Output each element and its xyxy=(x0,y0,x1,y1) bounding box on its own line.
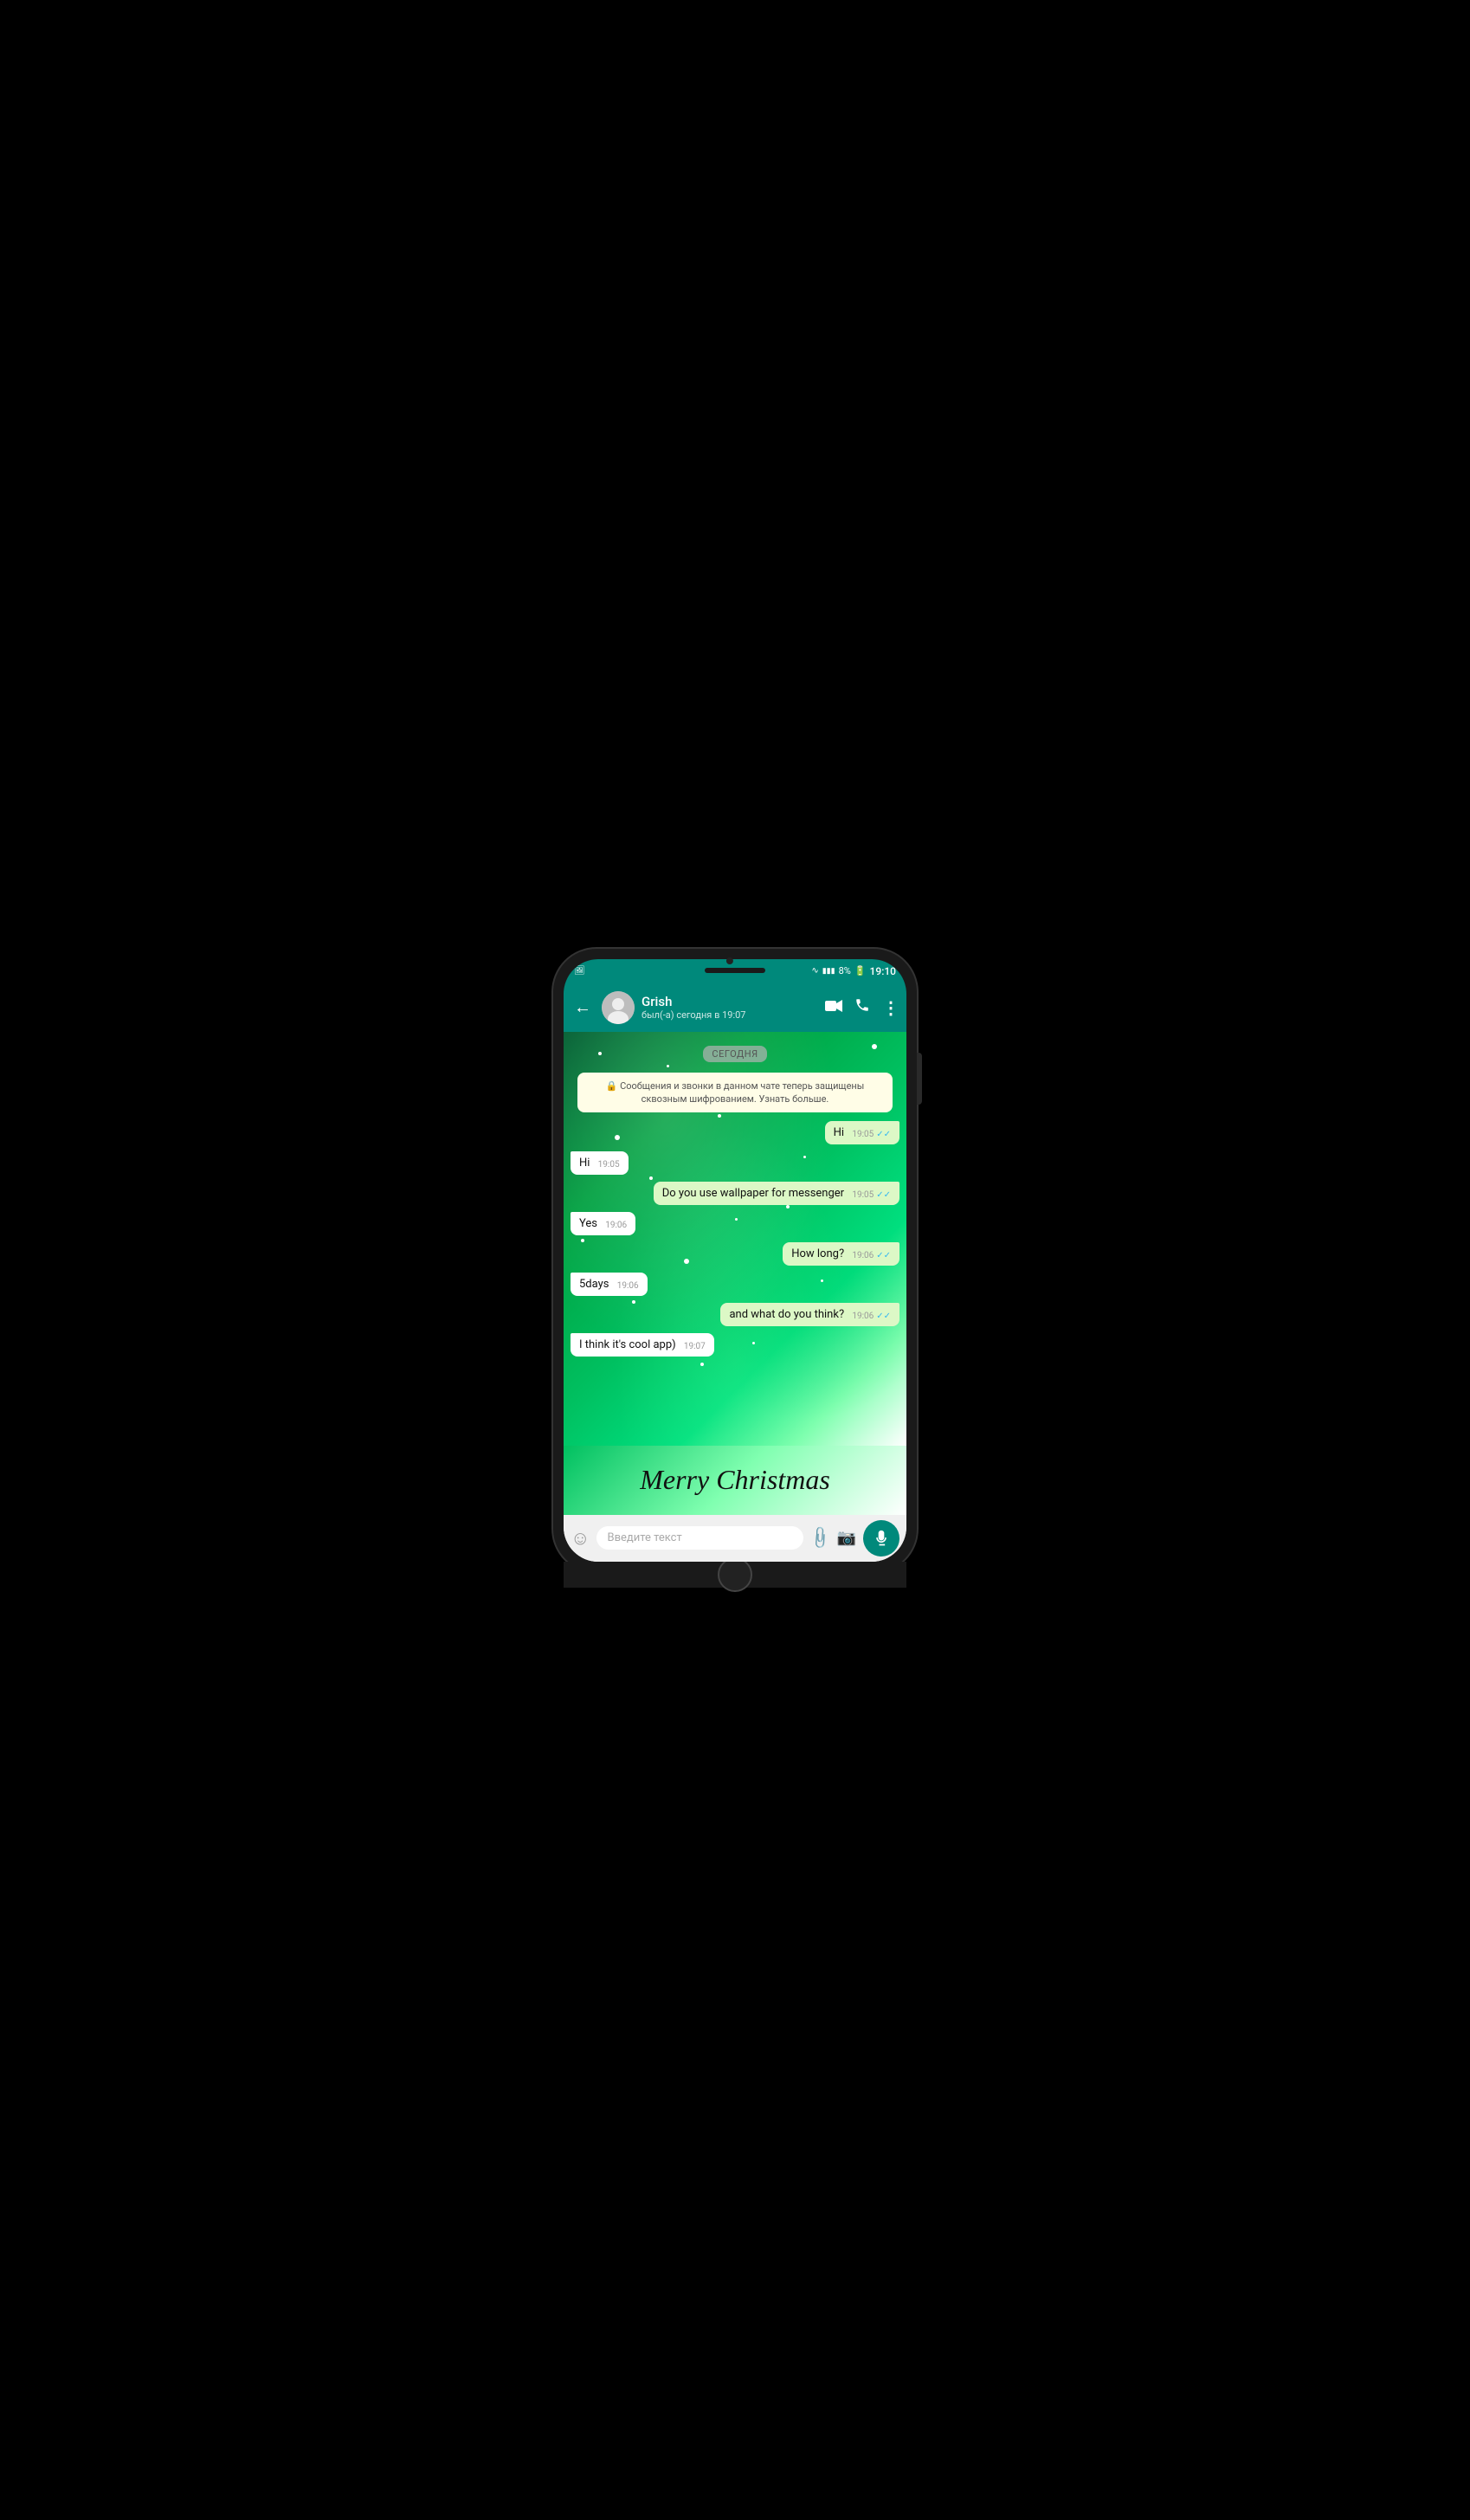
message-row: Do you use wallpaper for messenger 19:05… xyxy=(571,1182,899,1205)
home-area xyxy=(564,1562,906,1588)
status-left: 🖼 xyxy=(574,966,585,976)
message-text: Yes xyxy=(579,1217,597,1230)
message-row: Hi 19:05 ✓✓ xyxy=(571,1121,899,1144)
message-text: I think it's cool app) xyxy=(579,1338,676,1351)
battery-level: 8% xyxy=(839,965,851,976)
read-receipt-icon: ✓✓ xyxy=(876,1190,891,1200)
notification-icon: 🖼 xyxy=(574,966,585,976)
message-text: Hi xyxy=(579,1157,590,1170)
message-row: and what do you think? 19:06 ✓✓ xyxy=(571,1303,899,1326)
bottom-area: Merry Christmas ☺ Введите текст 📎 📷 xyxy=(564,1446,906,1562)
phone-call-button[interactable] xyxy=(854,997,870,1017)
home-button[interactable] xyxy=(718,1557,752,1592)
clock: 19:10 xyxy=(870,965,896,977)
message-bubble: Hi 19:05 xyxy=(571,1151,629,1175)
message-row: Yes 19:06 xyxy=(571,1212,899,1235)
front-camera xyxy=(726,957,733,964)
message-row: Hi 19:05 xyxy=(571,1151,899,1175)
message-meta: 19:06 ✓✓ xyxy=(852,1312,891,1321)
date-label: СЕГОДНЯ xyxy=(703,1044,766,1060)
wifi-icon: ∿ xyxy=(811,966,818,976)
message-time: 19:06 xyxy=(617,1281,639,1291)
status-right: ∿ ▮▮▮ 8% 🔋 19:10 xyxy=(811,965,896,977)
back-button[interactable]: ← xyxy=(571,993,595,1022)
message-bubble: Do you use wallpaper for messenger 19:05… xyxy=(654,1182,899,1205)
message-time: 19:06 xyxy=(852,1312,874,1321)
contact-avatar[interactable] xyxy=(602,991,635,1024)
message-meta: 19:06 ✓✓ xyxy=(852,1251,891,1260)
message-time: 19:05 xyxy=(852,1130,874,1139)
messages-container: СЕГОДНЯ 🔒 Сообщения и звонки в данном ча… xyxy=(564,1032,906,1366)
message-text: Hi xyxy=(834,1126,844,1139)
header-icons: ⋮ xyxy=(825,997,899,1018)
message-text: and what do you think? xyxy=(729,1308,844,1321)
message-time: 19:06 xyxy=(852,1251,874,1260)
message-bubble: I think it's cool app) 19:07 xyxy=(571,1333,714,1357)
message-time: 19:05 xyxy=(852,1190,874,1200)
phone-screen: 🖼 ∿ ▮▮▮ 8% 🔋 19:10 ← Grish xyxy=(564,959,906,1562)
emoji-button[interactable]: ☺ xyxy=(571,1527,590,1550)
xmas-text: Merry Christmas xyxy=(640,1464,830,1496)
message-bubble: and what do you think? 19:06 ✓✓ xyxy=(720,1303,899,1326)
read-receipt-icon: ✓✓ xyxy=(876,1251,891,1260)
camera-button[interactable]: 📷 xyxy=(837,1529,856,1547)
microphone-button[interactable] xyxy=(863,1520,899,1556)
message-meta: 19:05 xyxy=(598,1160,620,1170)
contact-status: был(-а) сегодня в 19:07 xyxy=(642,1009,818,1021)
message-row: How long? 19:06 ✓✓ xyxy=(571,1242,899,1266)
message-bubble: Hi 19:05 ✓✓ xyxy=(825,1121,899,1144)
read-receipt-icon: ✓✓ xyxy=(876,1312,891,1321)
more-menu-button[interactable]: ⋮ xyxy=(882,997,899,1018)
message-meta: 19:06 xyxy=(605,1221,627,1230)
message-row: I think it's cool app) 19:07 xyxy=(571,1333,899,1357)
message-time: 19:05 xyxy=(598,1160,620,1170)
message-meta: 19:05 ✓✓ xyxy=(852,1130,891,1139)
message-time: 19:06 xyxy=(605,1221,627,1230)
input-placeholder: Введите текст xyxy=(607,1531,681,1544)
message-meta: 19:05 ✓✓ xyxy=(852,1190,891,1200)
signal-bars: ▮▮▮ xyxy=(822,967,835,976)
message-meta: 19:07 xyxy=(684,1342,706,1351)
speaker-grille xyxy=(705,968,765,973)
chat-header: ← Grish был(-а) сегодня в 19:07 xyxy=(564,983,906,1032)
contact-info[interactable]: Grish был(-а) сегодня в 19:07 xyxy=(642,994,818,1021)
message-time: 19:07 xyxy=(684,1342,706,1351)
attach-button[interactable]: 📎 xyxy=(807,1524,834,1551)
video-call-button[interactable] xyxy=(825,998,842,1016)
phone-device: 🖼 ∿ ▮▮▮ 8% 🔋 19:10 ← Grish xyxy=(553,949,917,1572)
encryption-notice: 🔒 Сообщения и звонки в данном чате тепер… xyxy=(577,1073,893,1113)
message-bubble: How long? 19:06 ✓✓ xyxy=(783,1242,899,1266)
message-row: 5days 19:06 xyxy=(571,1273,899,1296)
read-receipt-icon: ✓✓ xyxy=(876,1130,891,1139)
battery-icon: 🔋 xyxy=(854,965,867,976)
message-text: 5days xyxy=(579,1278,609,1291)
contact-name: Grish xyxy=(642,994,818,1009)
xmas-image: Merry Christmas xyxy=(564,1446,906,1515)
message-text: Do you use wallpaper for messenger xyxy=(662,1187,844,1200)
message-bubble: Yes 19:06 xyxy=(571,1212,635,1235)
message-bubble: 5days 19:06 xyxy=(571,1273,648,1296)
message-text: How long? xyxy=(791,1247,844,1260)
message-meta: 19:06 xyxy=(617,1281,639,1291)
chat-area: СЕГОДНЯ 🔒 Сообщения и звонки в данном ча… xyxy=(564,1032,906,1446)
message-input[interactable]: Введите текст xyxy=(596,1526,803,1550)
input-row: ☺ Введите текст 📎 📷 xyxy=(564,1515,906,1562)
